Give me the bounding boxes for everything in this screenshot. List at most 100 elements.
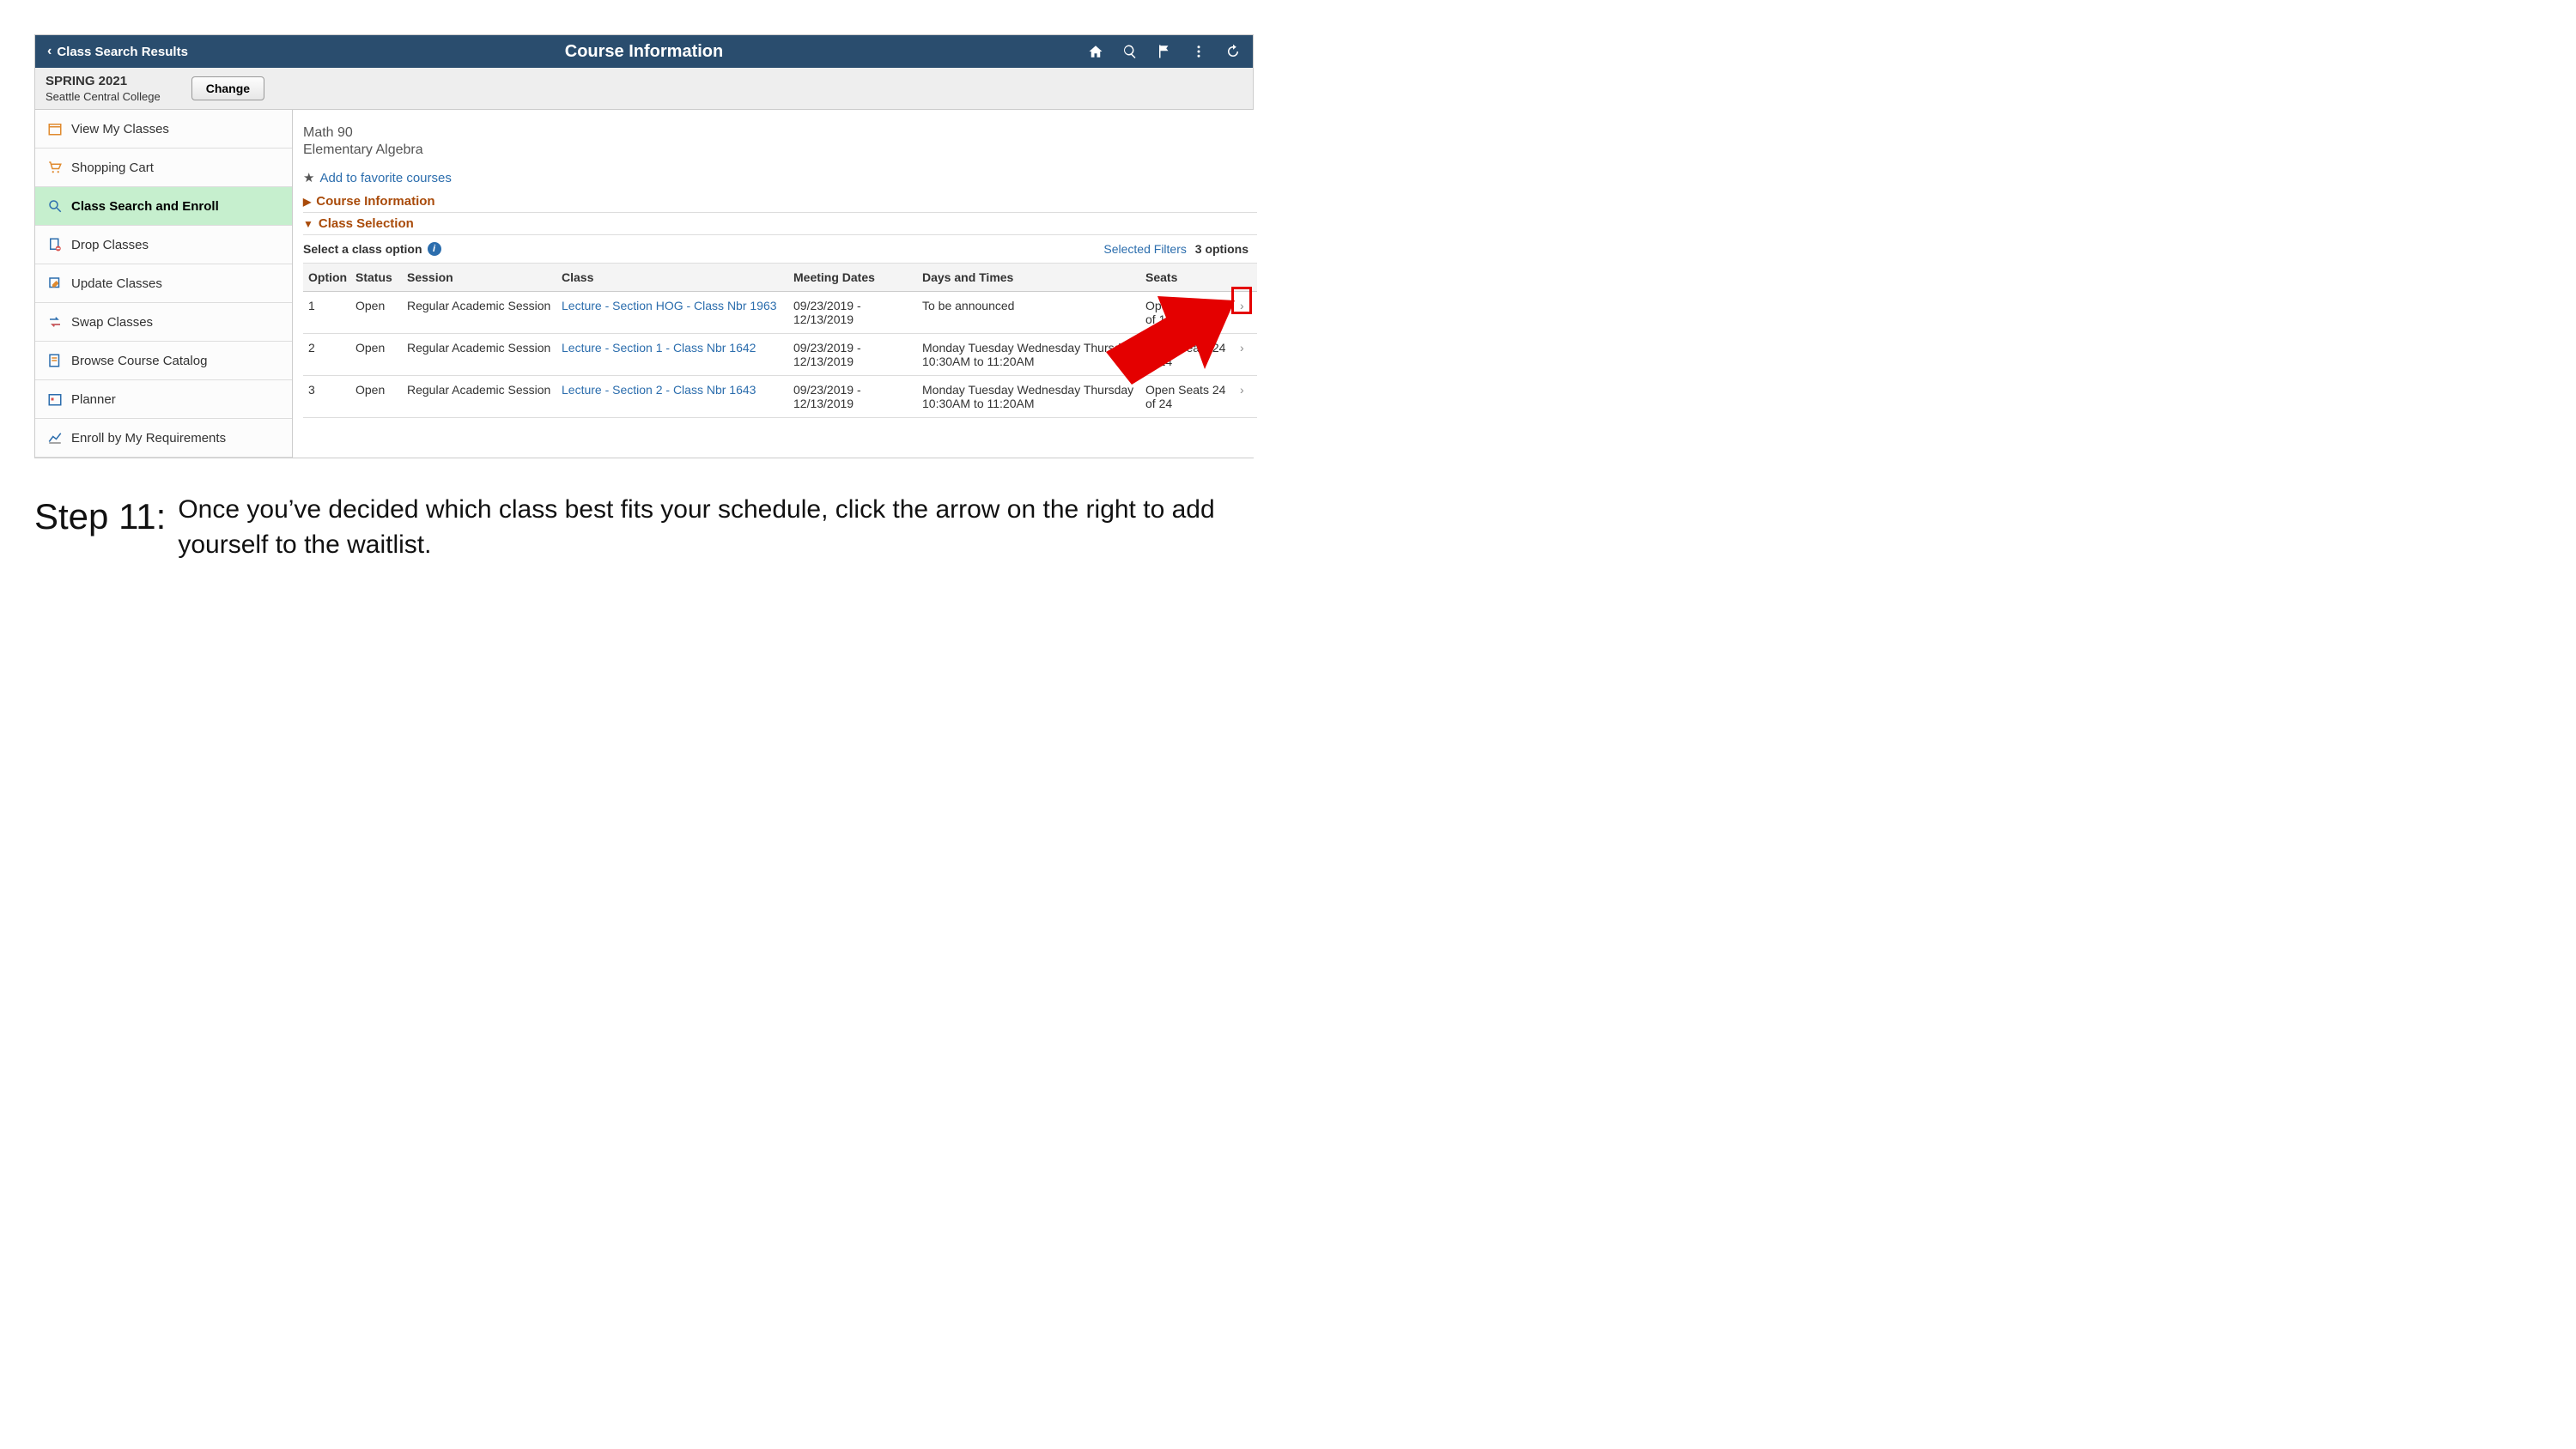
catalog-icon [47, 353, 63, 368]
change-term-button[interactable]: Change [191, 76, 264, 100]
sidebar-item-label: View My Classes [71, 122, 169, 136]
cell-meeting: 09/23/2019 -12/13/2019 [788, 376, 917, 418]
caret-right-icon: ▶ [303, 196, 311, 208]
sidebar-item-class-search-enroll[interactable]: Class Search and Enroll [35, 187, 292, 226]
cell-option: 2 [303, 334, 350, 376]
kebab-menu-icon[interactable] [1191, 44, 1206, 59]
cell-meeting: 09/23/2019 -12/13/2019 [788, 292, 917, 334]
cell-session: Regular Academic Session [402, 376, 556, 418]
col-meeting: Meeting Dates [788, 264, 917, 292]
cell-status: Open [350, 334, 402, 376]
table-header-row: Option Status Session Class Meeting Date… [303, 264, 1257, 292]
col-days: Days and Times [917, 264, 1140, 292]
pencil-icon [47, 276, 63, 291]
sidebar-item-swap-classes[interactable]: Swap Classes [35, 303, 292, 342]
cell-seats: Open Seats 24 of 24 [1140, 334, 1235, 376]
caret-down-icon: ▼ [303, 218, 313, 230]
sidebar-item-label: Enroll by My Requirements [71, 431, 226, 446]
cell-seats: Open Seats 24 of 24 [1140, 376, 1235, 418]
sidebar: View My Classes Shopping Cart Class Sear… [35, 110, 293, 458]
class-options-table: Option Status Session Class Meeting Date… [303, 264, 1257, 418]
chart-line-icon [47, 430, 63, 446]
caption: Step 11: Once you’ve decided which class… [34, 493, 1254, 562]
cell-seats: Open Seats 10 of 10 [1140, 292, 1235, 334]
class-selection-label: Class Selection [319, 216, 414, 231]
term-label: SPRING 2021 [46, 73, 161, 90]
col-status: Status [350, 264, 402, 292]
add-favorite-link[interactable]: Add to favorite courses [319, 171, 451, 185]
search-icon[interactable] [1122, 44, 1138, 59]
cell-class: Lecture - Section 1 - Class Nbr 1642 [556, 334, 788, 376]
add-favorite-row: ★ Add to favorite courses [303, 170, 1257, 185]
cell-days: To be announced [917, 292, 1140, 334]
top-header: ‹ Class Search Results Course Informatio… [35, 35, 1253, 68]
cell-status: Open [350, 376, 402, 418]
back-label: Class Search Results [57, 45, 188, 59]
row-select-arrow[interactable]: › [1235, 292, 1257, 334]
table-row[interactable]: 2OpenRegular Academic Session Lecture - S… [303, 334, 1257, 376]
selected-filters-link[interactable]: Selected Filters [1103, 242, 1186, 256]
sidebar-item-label: Drop Classes [71, 238, 149, 252]
sidebar-item-planner[interactable]: Planner [35, 380, 292, 419]
planner-icon [47, 391, 63, 407]
app-window: ‹ Class Search Results Course Informatio… [34, 34, 1254, 458]
table-row[interactable]: 3OpenRegular Academic Session Lecture - S… [303, 376, 1257, 418]
row-select-arrow[interactable]: › [1235, 334, 1257, 376]
drop-icon [47, 237, 63, 252]
course-info-label: Course Information [316, 194, 434, 209]
course-name: Elementary Algebra [303, 142, 1257, 158]
select-class-label: Select a class option [303, 242, 422, 256]
cell-status: Open [350, 292, 402, 334]
calendar-icon [47, 121, 63, 136]
sidebar-item-update-classes[interactable]: Update Classes [35, 264, 292, 303]
class-link[interactable]: Lecture - Section 1 - Class Nbr 1642 [562, 341, 756, 355]
class-link[interactable]: Lecture - Section 2 - Class Nbr 1643 [562, 383, 756, 397]
select-class-row: Select a class option i Selected Filters… [303, 235, 1257, 264]
refresh-icon[interactable] [1225, 44, 1241, 59]
cell-option: 3 [303, 376, 350, 418]
main-content: Math 90 Elementary Algebra ★ Add to favo… [293, 110, 1257, 458]
cell-session: Regular Academic Session [402, 334, 556, 376]
sidebar-item-browse-catalog[interactable]: Browse Course Catalog [35, 342, 292, 380]
step-number: Step 11: [34, 493, 166, 542]
sidebar-item-enroll-requirements[interactable]: Enroll by My Requirements [35, 419, 292, 458]
sidebar-item-shopping-cart[interactable]: Shopping Cart [35, 149, 292, 187]
institution-label: Seattle Central College [46, 90, 161, 105]
col-class: Class [556, 264, 788, 292]
term-bar: SPRING 2021 Seattle Central College Chan… [35, 68, 1253, 110]
cell-class: Lecture - Section HOG - Class Nbr 1963 [556, 292, 788, 334]
cell-option: 1 [303, 292, 350, 334]
swap-icon [47, 314, 63, 330]
sidebar-item-label: Class Search and Enroll [71, 199, 219, 214]
sidebar-item-label: Shopping Cart [71, 161, 154, 175]
flag-icon[interactable] [1157, 44, 1172, 59]
course-info-toggle[interactable]: ▶ Course Information [303, 191, 1257, 213]
sidebar-item-label: Swap Classes [71, 315, 153, 330]
class-selection-toggle[interactable]: ▼ Class Selection [303, 213, 1257, 235]
sidebar-item-drop-classes[interactable]: Drop Classes [35, 226, 292, 264]
col-session: Session [402, 264, 556, 292]
header-icon-group [1088, 44, 1253, 59]
sidebar-item-view-my-classes[interactable]: View My Classes [35, 110, 292, 149]
cell-class: Lecture - Section 2 - Class Nbr 1643 [556, 376, 788, 418]
info-icon[interactable]: i [428, 242, 441, 256]
col-option: Option [303, 264, 350, 292]
term-text: SPRING 2021 Seattle Central College [46, 73, 161, 104]
chevron-left-icon: ‹ [47, 44, 52, 59]
class-link[interactable]: Lecture - Section HOG - Class Nbr 1963 [562, 299, 777, 312]
options-count: 3 options [1195, 242, 1249, 256]
back-button[interactable]: ‹ Class Search Results [35, 44, 200, 59]
table-row[interactable]: 1OpenRegular Academic Session Lecture - S… [303, 292, 1257, 334]
cell-days: Monday Tuesday Wednesday Thursday10:30AM… [917, 334, 1140, 376]
sidebar-item-label: Update Classes [71, 276, 162, 291]
cell-session: Regular Academic Session [402, 292, 556, 334]
magnifier-icon [47, 198, 63, 214]
star-icon: ★ [303, 170, 314, 185]
sidebar-item-label: Planner [71, 392, 116, 407]
cell-days: Monday Tuesday Wednesday Thursday10:30AM… [917, 376, 1140, 418]
step-text: Once you’ve decided which class best fit… [178, 493, 1254, 562]
row-select-arrow[interactable]: › [1235, 376, 1257, 418]
course-code: Math 90 [303, 125, 1257, 141]
home-icon[interactable] [1088, 44, 1103, 59]
col-seats: Seats [1140, 264, 1235, 292]
